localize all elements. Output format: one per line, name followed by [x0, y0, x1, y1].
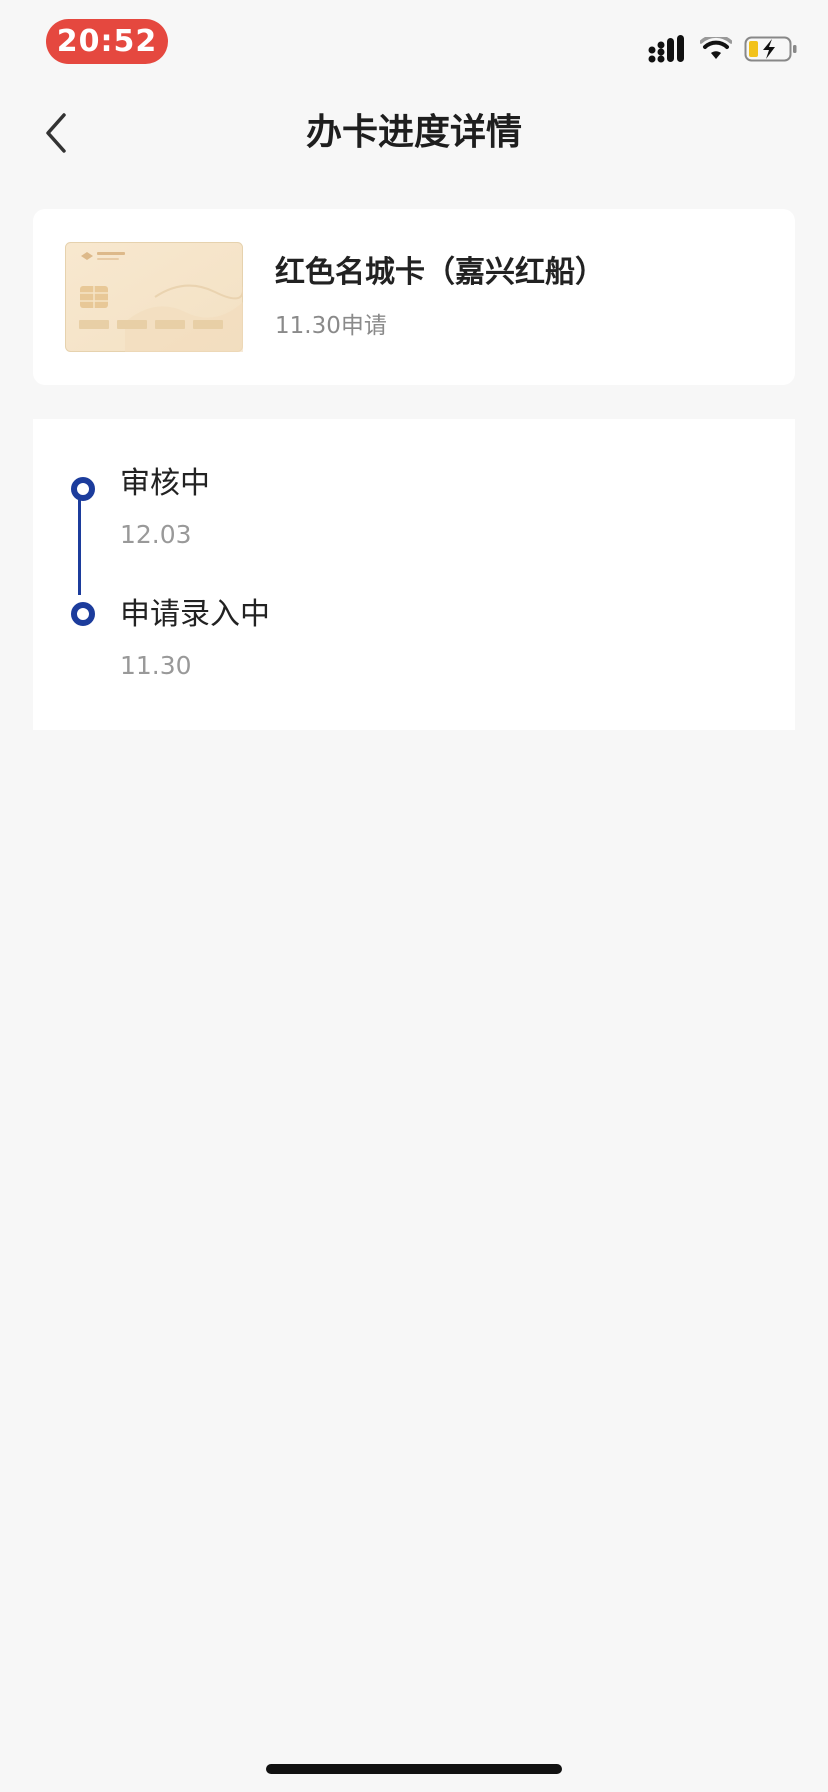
- card-name: 红色名城卡（嘉兴红船）: [275, 255, 605, 290]
- battery-charging-icon: [744, 36, 798, 62]
- nav-bar: 办卡进度详情: [0, 90, 828, 174]
- step-title: 申请录入中: [120, 597, 270, 632]
- timeline-dot: [71, 602, 95, 626]
- step-date: 11.30: [120, 651, 192, 680]
- timeline-dot: [71, 477, 95, 501]
- cellular-signal-icon: [648, 35, 686, 63]
- status-icons: [648, 34, 798, 64]
- status-bar: 20:52: [0, 0, 828, 90]
- card-applied-date: 11.30申请: [275, 313, 387, 339]
- card-thumbnail-image: [65, 242, 245, 352]
- home-indicator[interactable]: [266, 1764, 562, 1774]
- card-info-panel: 红色名城卡（嘉兴红船） 11.30申请: [33, 209, 795, 385]
- timeline-connector: [78, 487, 81, 595]
- page-title: 办卡进度详情: [305, 112, 522, 153]
- step-title: 审核中: [120, 466, 210, 501]
- status-time: 20:52: [46, 19, 168, 64]
- wifi-icon: [700, 37, 732, 61]
- progress-timeline-panel: 审核中 12.03 申请录入中 11.30: [33, 419, 795, 730]
- step-date: 12.03: [120, 520, 192, 549]
